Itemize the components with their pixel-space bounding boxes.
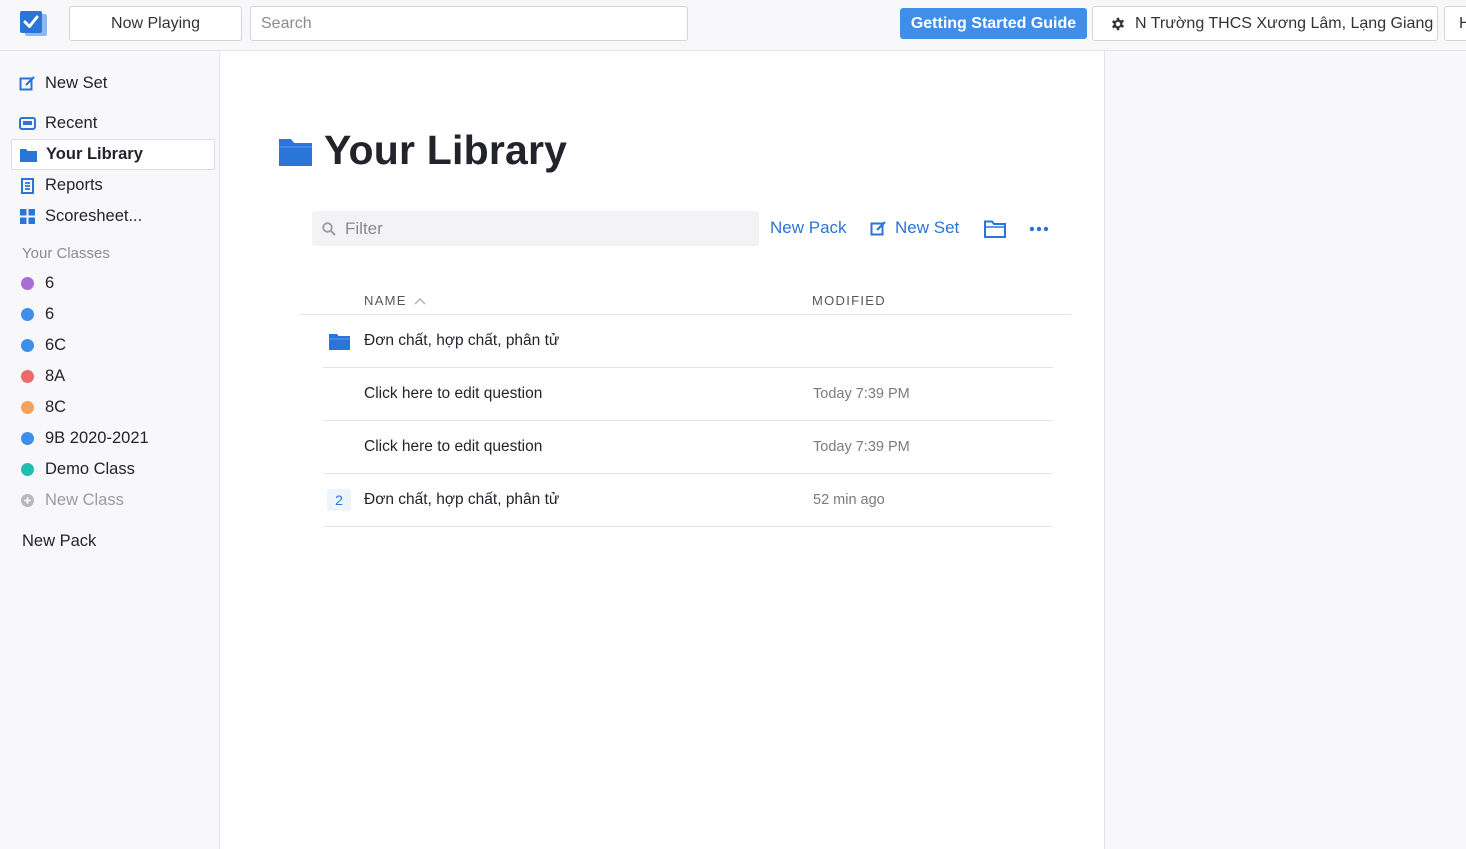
- filter-input[interactable]: [345, 218, 745, 239]
- name-column-label: NAME: [364, 293, 407, 308]
- more-options-button[interactable]: [1029, 221, 1049, 237]
- table-row[interactable]: Đơn chất, hợp chất, phân tử: [323, 315, 1053, 368]
- sidebar-item-label: Recent: [45, 114, 98, 132]
- row-modified: Today 7:39 PM: [813, 439, 910, 455]
- class-item[interactable]: 6C: [11, 331, 215, 360]
- folder-icon: [327, 330, 351, 352]
- sidebar-item-label: Reports: [45, 176, 103, 194]
- class-label: 8A: [45, 367, 66, 385]
- page-title: Your Library: [324, 127, 568, 173]
- class-color-dot: [21, 370, 34, 383]
- new-class-button[interactable]: New Class: [11, 486, 215, 515]
- school-settings-button[interactable]: N Trường THCS Xương Lâm, Lạng Giang: [1092, 6, 1438, 41]
- class-color-dot: [21, 339, 34, 352]
- class-color-dot: [21, 463, 34, 476]
- class-item[interactable]: 8A: [11, 362, 215, 391]
- your-classes-heading: Your Classes: [22, 245, 110, 262]
- modified-column-label: MODIFIED: [812, 293, 886, 308]
- pack-count: 2: [327, 489, 351, 511]
- app-logo-icon[interactable]: [19, 10, 49, 38]
- top-bar: Now Playing Getting Started Guide N Trườ…: [0, 0, 1466, 51]
- class-color-dot: [21, 277, 34, 290]
- modified-column-header[interactable]: MODIFIED: [812, 293, 886, 308]
- new-folder-button[interactable]: [984, 220, 1006, 238]
- class-label: 6C: [45, 336, 67, 354]
- sidebar-item-your-library[interactable]: Your Library: [11, 139, 215, 170]
- recent-icon: [19, 115, 36, 132]
- sidebar-item-reports[interactable]: Reports: [11, 170, 215, 201]
- sidebar-item-label: Scoresheet...: [45, 207, 143, 225]
- name-column-header[interactable]: NAME: [364, 293, 426, 308]
- getting-started-guide-button[interactable]: Getting Started Guide: [900, 8, 1087, 39]
- class-color-dot: [21, 401, 34, 414]
- sidebar-item-label: New Set: [45, 74, 108, 92]
- filter-box[interactable]: [312, 211, 759, 246]
- folder-icon: [279, 138, 312, 166]
- table-row[interactable]: 2 Đơn chất, hợp chất, phân tử 52 min ago: [323, 474, 1053, 527]
- row-name: Click here to edit question: [364, 438, 543, 455]
- class-item[interactable]: 6: [11, 300, 215, 329]
- folder-outline-icon: [984, 220, 1006, 238]
- search-input[interactable]: [250, 6, 688, 41]
- now-playing-button[interactable]: Now Playing: [69, 6, 242, 41]
- page-header: Your Library: [279, 127, 567, 174]
- main-content: Your Library New Pack New Set NAME MODIF…: [220, 51, 1105, 849]
- new-pack-label: New Pack: [770, 218, 847, 237]
- table-row[interactable]: Click here to edit question Today 7:39 P…: [323, 368, 1053, 421]
- row-name: Đơn chất, hợp chất, phân tử: [364, 491, 560, 508]
- edit-icon: [19, 75, 36, 92]
- gear-icon: [1112, 17, 1124, 30]
- table-row[interactable]: Click here to edit question Today 7:39 P…: [323, 421, 1053, 474]
- class-label: 9B 2020-2021: [45, 429, 149, 447]
- sidebar-new-set[interactable]: New Set: [11, 68, 215, 99]
- class-label: Demo Class: [45, 460, 135, 478]
- class-label: 6: [45, 305, 55, 323]
- row-name: Đơn chất, hợp chất, phân tử: [364, 332, 560, 349]
- class-label: 8C: [45, 398, 67, 416]
- search-icon: [322, 221, 336, 236]
- new-set-label: New Set: [895, 218, 960, 237]
- scoresheet-icon: [19, 208, 36, 225]
- class-item[interactable]: 8C: [11, 393, 215, 422]
- sidebar-item-label: Your Library: [46, 145, 143, 163]
- school-name: N Trường THCS Xương Lâm, Lạng Giang: [1135, 14, 1434, 32]
- class-color-dot: [21, 308, 34, 321]
- class-item[interactable]: 9B 2020-2021: [11, 424, 215, 453]
- right-panel: [1105, 51, 1466, 849]
- edit-icon: [870, 220, 886, 235]
- sort-ascending-icon: [414, 297, 426, 304]
- ellipsis-icon: [1029, 226, 1049, 232]
- class-item[interactable]: 6: [11, 269, 215, 298]
- sidebar-new-pack[interactable]: New Pack: [22, 532, 96, 551]
- sidebar-item-recent[interactable]: Recent: [11, 108, 215, 139]
- class-label: 6: [45, 274, 55, 292]
- add-circle-icon: [21, 494, 34, 507]
- row-name: Click here to edit question: [364, 385, 543, 402]
- table-header: NAME MODIFIED: [300, 287, 1071, 315]
- row-modified: Today 7:39 PM: [813, 386, 910, 402]
- new-pack-button[interactable]: New Pack: [770, 218, 847, 238]
- help-button[interactable]: H: [1444, 6, 1466, 41]
- sidebar-item-scoresheet[interactable]: Scoresheet...: [11, 201, 215, 232]
- row-modified: 52 min ago: [813, 492, 885, 508]
- new-class-label: New Class: [45, 491, 124, 509]
- pack-count-badge: 2: [327, 489, 351, 511]
- folder-icon: [20, 146, 37, 163]
- sidebar: New Set Recent Your Library Reports Scor…: [0, 51, 220, 849]
- class-item[interactable]: Demo Class: [11, 455, 215, 484]
- class-color-dot: [21, 432, 34, 445]
- new-set-button[interactable]: New Set: [870, 218, 959, 238]
- reports-icon: [19, 177, 36, 194]
